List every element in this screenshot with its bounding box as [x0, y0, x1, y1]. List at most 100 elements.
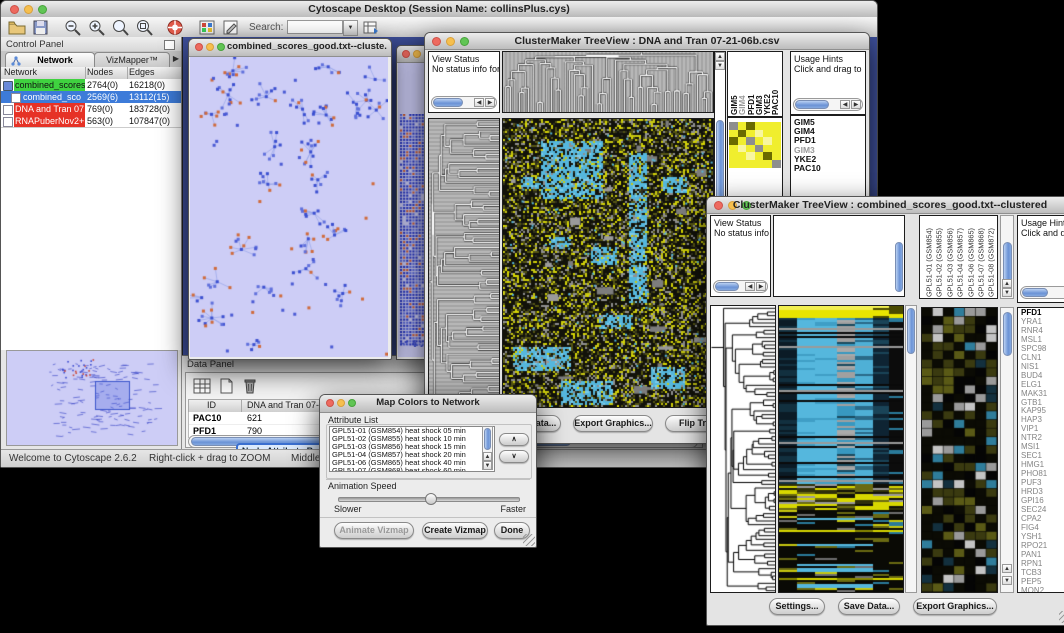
col-network[interactable]: Network — [4, 67, 37, 77]
matrix-cell[interactable] — [772, 152, 781, 160]
scroll-up-icon[interactable]: ▲ — [1002, 564, 1012, 573]
zoom-fit-icon[interactable] — [111, 19, 131, 36]
minimize-icon[interactable] — [413, 50, 421, 58]
tv1-button[interactable]: Export Graphics... — [573, 415, 653, 432]
treeview2-titlebar[interactable]: ClusterMaker TreeView : combined_scores_… — [707, 197, 1064, 214]
tv1-column-dendrogram-canvas[interactable] — [503, 52, 713, 112]
attribute-table-icon[interactable] — [192, 377, 212, 395]
scroll-right-icon[interactable]: ▶ — [485, 98, 495, 107]
tv2-column-label[interactable]: GPL51-01 (GSM854) — [924, 217, 934, 297]
tv2-column-label[interactable]: GPL51-06 (GSM865) — [966, 217, 976, 297]
scroll-left-icon[interactable]: ◀ — [474, 98, 484, 107]
matrix-cell[interactable] — [729, 122, 738, 130]
scroll-down-icon[interactable]: ▼ — [1002, 576, 1012, 585]
network1-titlebar[interactable]: combined_scores_good.txt--cluste... — [189, 39, 391, 57]
tv1-status-hscroll[interactable]: ◀ ▶ — [431, 96, 497, 109]
scroll-right-icon[interactable]: ▶ — [851, 100, 861, 109]
tv2-row-dendrogram-canvas[interactable] — [711, 306, 775, 592]
network1-canvas[interactable] — [190, 57, 388, 357]
network-overview-canvas[interactable] — [6, 350, 178, 446]
matrix-cell[interactable] — [772, 122, 781, 130]
matrix-cell[interactable] — [763, 160, 772, 168]
dp-col-id[interactable]: ID — [207, 400, 216, 410]
tv2-secondary-heatmap-canvas[interactable] — [922, 308, 997, 592]
tv2-button[interactable]: Save Data... — [838, 598, 900, 615]
matrix-cell[interactable] — [763, 152, 772, 160]
search-dropdown-arrow-icon[interactable]: ▼ — [343, 20, 358, 36]
close-icon[interactable] — [195, 43, 203, 51]
matrix-cell[interactable] — [746, 145, 755, 153]
matrix-cell[interactable] — [738, 122, 747, 130]
scroll-up-icon[interactable]: ▲ — [715, 52, 725, 61]
matrix-cell[interactable] — [772, 137, 781, 145]
resize-grip[interactable] — [1059, 611, 1064, 623]
matrix-cell[interactable] — [772, 145, 781, 153]
network-table-row[interactable]: combined_scores2764(0)16218(0) — [1, 79, 181, 91]
matrix-cell[interactable] — [763, 145, 772, 153]
maximize-icon[interactable] — [217, 43, 225, 51]
matrix-cell[interactable] — [746, 152, 755, 160]
tv2-column-label[interactable]: GPL51-04 (GSM857) — [955, 217, 965, 297]
tv2-heatmap-canvas[interactable] — [779, 306, 903, 592]
matrix-cell[interactable] — [738, 152, 747, 160]
tv2-column-label[interactable]: GPL51-07 (GSM868) — [976, 217, 986, 297]
search-input[interactable] — [287, 20, 343, 34]
matrix-cell[interactable] — [763, 122, 772, 130]
move-up-button[interactable]: ∧ — [499, 433, 529, 446]
tv2-column-dendrogram-pane[interactable] — [773, 215, 905, 297]
tv1-heatmap-pane[interactable] — [502, 118, 714, 408]
zoom-out-icon[interactable] — [63, 19, 83, 36]
tv2-status-hscroll[interactable]: ◀ ▶ — [713, 280, 768, 293]
annotation-icon[interactable] — [221, 19, 241, 36]
matrix-cell[interactable] — [738, 137, 747, 145]
tv1-column-dendrogram-pane[interactable] — [502, 51, 714, 113]
matrix-cell[interactable] — [746, 122, 755, 130]
matrix-cell[interactable] — [755, 137, 764, 145]
matrix-cell[interactable] — [738, 160, 747, 168]
tv2-heatmap-pane[interactable] — [778, 305, 904, 593]
main-titlebar[interactable]: Cytoscape Desktop (Session Name: collins… — [1, 1, 877, 18]
scroll-down-icon[interactable]: ▼ — [1002, 288, 1012, 297]
delete-attribute-icon[interactable] — [240, 377, 260, 395]
tv1-column-label[interactable]: PAC10 — [772, 53, 780, 115]
scroll-right-icon[interactable]: ▶ — [756, 282, 766, 291]
tv2-heatmap-vscroll[interactable] — [905, 305, 917, 593]
network-table-row[interactable]: combined_sco2569(6)13112(15) — [1, 91, 181, 103]
tv1-row-dendrogram-canvas[interactable] — [429, 119, 499, 407]
matrix-cell[interactable] — [755, 145, 764, 153]
matrix-cell[interactable] — [729, 145, 738, 153]
matrix-cell[interactable] — [729, 152, 738, 160]
save-icon[interactable] — [31, 19, 51, 36]
matrix-cell[interactable] — [746, 130, 755, 138]
network-table-row[interactable]: DNA and Tran 07769(0)183728(0) — [1, 103, 181, 115]
scroll-down-icon[interactable]: ▼ — [715, 61, 725, 70]
import-table-icon[interactable] — [361, 19, 381, 36]
resize-grip[interactable] — [523, 534, 535, 546]
move-down-button[interactable]: ∨ — [499, 450, 529, 463]
tv2-usage-hscroll[interactable] — [1020, 286, 1064, 299]
matrix-cell[interactable] — [729, 160, 738, 168]
create-vizmap-button[interactable]: Create Vizmap — [422, 522, 488, 539]
matrix-cell[interactable] — [763, 130, 772, 138]
slider-thumb[interactable] — [425, 493, 437, 505]
matrix-cell[interactable] — [746, 160, 755, 168]
tv1-yellow-matrix[interactable] — [729, 122, 781, 168]
tv2-top-vscroll-thumb[interactable] — [895, 242, 903, 292]
tv1-usage-hscroll[interactable]: ◀ ▶ — [793, 98, 863, 111]
dialog-titlebar[interactable]: Map Colors to Network — [320, 395, 536, 413]
tv2-column-label[interactable]: GPL51-08 (GSM872) — [986, 217, 996, 297]
matrix-cell[interactable] — [772, 130, 781, 138]
tv1-heatmap-canvas[interactable] — [503, 119, 713, 407]
tv1-row-dendrogram-pane[interactable] — [428, 118, 500, 408]
zoom-in-icon[interactable] — [87, 19, 107, 36]
animation-speed-slider[interactable] — [338, 497, 520, 502]
scroll-up-icon[interactable]: ▲ — [483, 452, 492, 461]
scroll-up-icon[interactable]: ▲ — [1002, 279, 1012, 288]
scroll-left-icon[interactable]: ◀ — [840, 100, 850, 109]
matrix-cell[interactable] — [755, 160, 764, 168]
tv2-row-dendrogram-pane[interactable] — [710, 305, 776, 593]
attribute-list-item[interactable]: GPL51-07 (GSM868) heat shock 60 min — [330, 467, 494, 472]
matrix-cell[interactable] — [763, 137, 772, 145]
col-edges[interactable]: Edges — [129, 67, 155, 77]
tv2-secondary-heatmap-pane[interactable] — [921, 307, 998, 593]
